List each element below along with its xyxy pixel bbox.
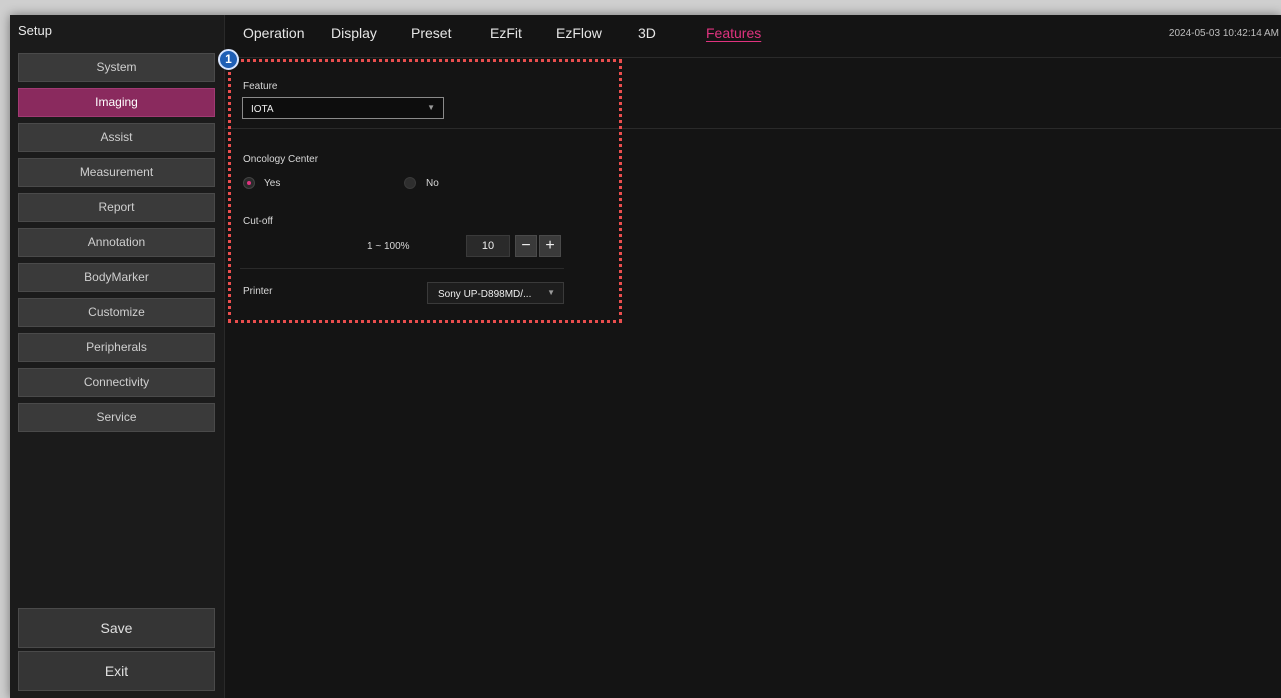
sidebar-item-system[interactable]: System [18,53,215,82]
save-button[interactable]: Save [18,608,215,648]
oncology-no-label: No [426,178,439,189]
setup-sidebar: Setup System Imaging Assist Measurement … [10,15,225,698]
tab-operation[interactable]: Operation [243,25,304,41]
tab-display[interactable]: Display [331,25,377,41]
tab-ezfit[interactable]: EzFit [490,25,522,41]
tab-3d[interactable]: 3D [638,25,656,41]
exit-button[interactable]: Exit [18,651,215,691]
sidebar-item-bodymarker[interactable]: BodyMarker [18,263,215,292]
sidebar-item-annotation[interactable]: Annotation [18,228,215,257]
section-divider [225,128,1281,129]
cutoff-increment-button[interactable]: + [539,235,561,257]
dropdown-arrow-icon: ▼ [427,103,435,112]
oncology-yes-radio[interactable] [243,177,255,189]
cutoff-range: 1 ~ 100% [367,241,410,252]
printer-select-value: Sony UP-D898MD/... [438,289,532,300]
tab-features[interactable]: Features [706,25,761,41]
oncology-no-radio[interactable] [404,177,416,189]
callout-number-badge: 1 [218,49,239,70]
datetime-display: 2024-05-03 10:42:14 AM [1168,28,1279,39]
sidebar-item-measurement[interactable]: Measurement [18,158,215,187]
cutoff-decrement-button[interactable]: − [515,235,537,257]
sidebar-item-service[interactable]: Service [18,403,215,432]
cutoff-label: Cut-off [243,216,273,227]
setup-title: Setup [18,23,52,38]
feature-select-value: IOTA [251,104,274,115]
dropdown-arrow-icon: ▼ [547,288,555,297]
feature-label: Feature [243,81,278,92]
top-tab-bar: Operation Display Preset EzFit EzFlow 3D… [225,15,1281,58]
oncology-yes-label: Yes [264,178,281,189]
sidebar-item-assist[interactable]: Assist [18,123,215,152]
cutoff-divider [240,268,564,269]
sidebar-item-report[interactable]: Report [18,193,215,222]
tab-preset[interactable]: Preset [411,25,451,41]
sidebar-item-connectivity[interactable]: Connectivity [18,368,215,397]
setup-window: Setup System Imaging Assist Measurement … [10,15,1281,698]
sidebar-item-customize[interactable]: Customize [18,298,215,327]
printer-label: Printer [243,286,273,297]
printer-select[interactable]: Sony UP-D898MD/... ▼ [427,282,564,304]
tab-ezflow[interactable]: EzFlow [556,25,602,41]
cutoff-value-input[interactable]: 10 [466,235,510,257]
sidebar-item-peripherals[interactable]: Peripherals [18,333,215,362]
sidebar-item-imaging[interactable]: Imaging [18,88,215,117]
oncology-center-label: Oncology Center [243,154,319,165]
feature-select[interactable]: IOTA ▼ [242,97,444,119]
